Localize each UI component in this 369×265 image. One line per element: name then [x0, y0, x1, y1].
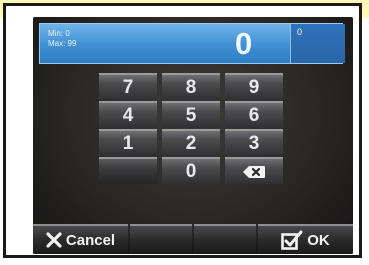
max-label: Max: 99 — [48, 39, 77, 48]
softkey-bar: Cancel OK — [33, 224, 353, 254]
softkey-blank-2[interactable] — [194, 224, 256, 254]
checkbox-check-icon — [281, 230, 303, 250]
device-frame: Min: 0 Max: 99 0 0 7 8 9 4 5 6 1 2 3 0 C… — [3, 3, 362, 258]
current-value: 0 — [235, 26, 253, 61]
key-1[interactable]: 1 — [99, 129, 157, 156]
key-2[interactable]: 2 — [162, 129, 220, 156]
ok-label: OK — [307, 231, 330, 249]
cancel-button[interactable]: Cancel — [33, 224, 128, 254]
key-8[interactable]: 8 — [162, 73, 220, 100]
numeric-input-screen: Min: 0 Max: 99 0 0 7 8 9 4 5 6 1 2 3 0 C… — [33, 17, 353, 254]
delete-key[interactable] — [225, 157, 283, 184]
key-7[interactable]: 7 — [99, 73, 157, 100]
close-icon — [46, 232, 62, 248]
value-side-panel: 0 — [290, 24, 345, 63]
key-0[interactable]: 0 — [162, 157, 220, 184]
key-4[interactable]: 4 — [99, 101, 157, 128]
min-label: Min: 0 — [48, 29, 70, 38]
key-blank[interactable] — [99, 157, 157, 184]
softkey-blank-1[interactable] — [130, 224, 192, 254]
backspace-icon — [243, 165, 265, 178]
range-info: Min: 0 Max: 99 — [48, 29, 76, 49]
ok-button[interactable]: OK — [258, 224, 353, 254]
secondary-value: 0 — [297, 27, 303, 37]
value-display: Min: 0 Max: 99 0 0 — [39, 23, 345, 64]
key-9[interactable]: 9 — [225, 73, 283, 100]
key-3[interactable]: 3 — [225, 129, 283, 156]
key-5[interactable]: 5 — [162, 101, 220, 128]
key-6[interactable]: 6 — [225, 101, 283, 128]
cancel-label: Cancel — [65, 231, 116, 249]
